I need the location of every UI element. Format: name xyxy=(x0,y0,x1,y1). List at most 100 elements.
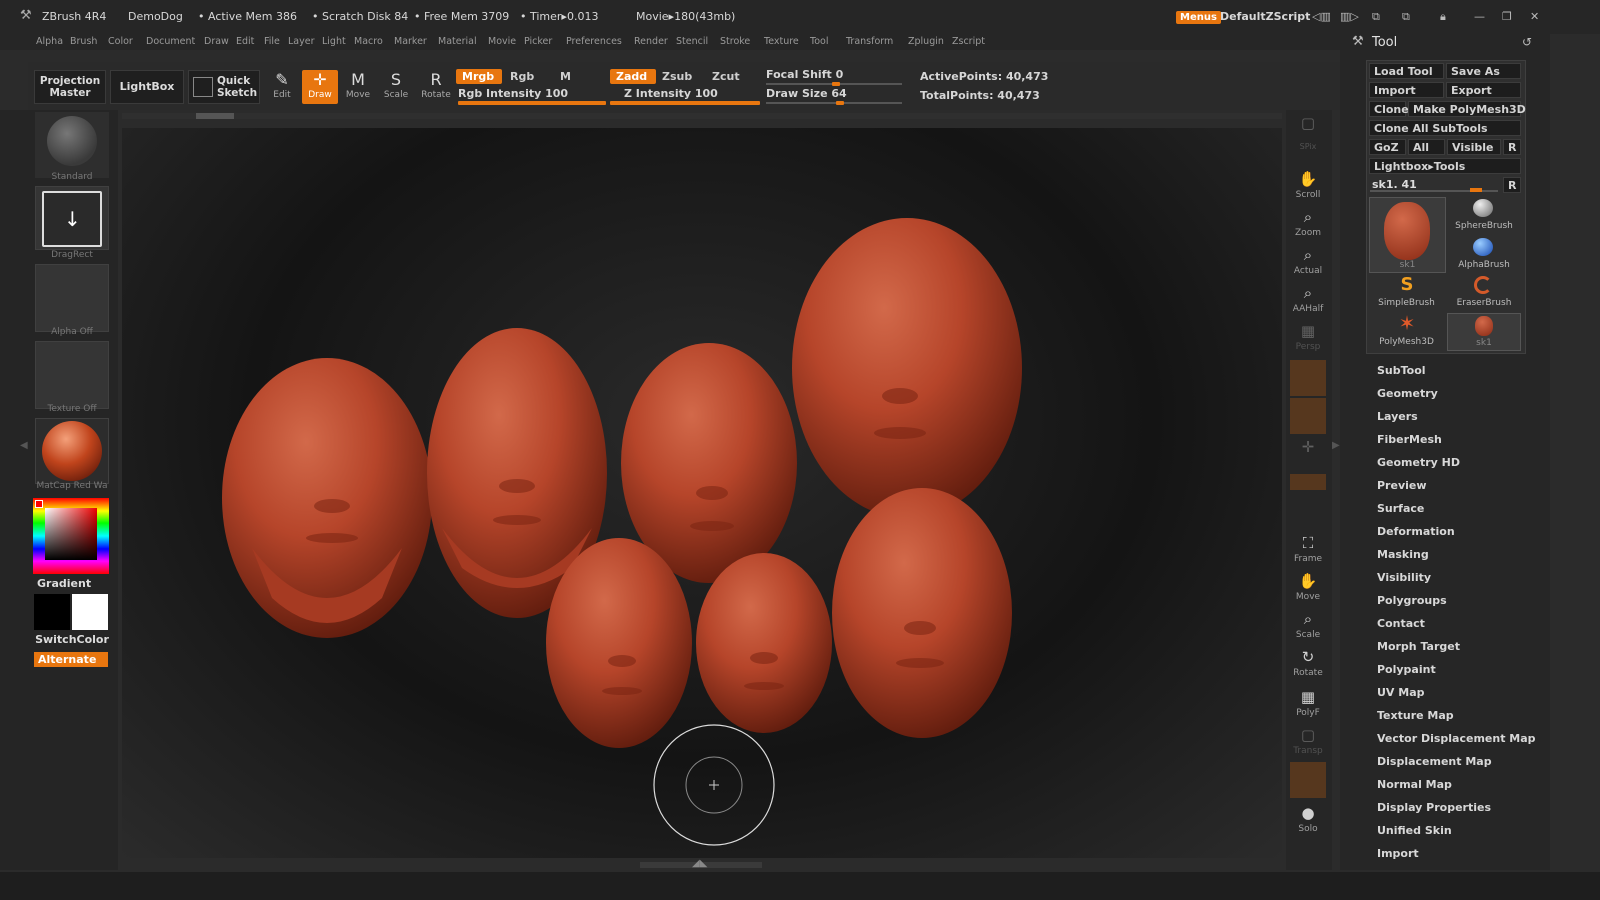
tool-thumb-spherebrush[interactable]: SphereBrush xyxy=(1447,197,1521,235)
bottom-tray-toggle-icon[interactable]: ◢◣ xyxy=(692,858,707,869)
menu-macro[interactable]: Macro xyxy=(354,36,383,47)
switchcolor-button[interactable]: SwitchColor xyxy=(35,633,109,646)
menu-render[interactable]: Render xyxy=(634,36,668,47)
menu-material[interactable]: Material xyxy=(438,36,477,47)
draw-size-slider-label[interactable]: Draw Size 64 xyxy=(766,87,847,100)
right-shelf-collapse-icon[interactable]: ▶ xyxy=(1332,440,1340,451)
menu-zscript[interactable]: Zscript xyxy=(952,36,985,47)
rotate-view-button[interactable]: ↻ Rotate xyxy=(1290,646,1326,682)
color-picker[interactable] xyxy=(33,498,109,574)
z-intensity-slider-label[interactable]: Z Intensity 100 xyxy=(624,87,718,100)
section-display-properties[interactable]: Display Properties xyxy=(1377,801,1491,814)
section-deformation[interactable]: Deformation xyxy=(1377,525,1455,538)
goz-visible-button[interactable]: Visible xyxy=(1447,139,1501,155)
section-vector-displacement-map[interactable]: Vector Displacement Map xyxy=(1377,732,1536,745)
spix-button[interactable]: SPix xyxy=(1290,142,1326,160)
goz-r-button[interactable]: R xyxy=(1503,139,1521,155)
clone-button[interactable]: Clone xyxy=(1369,101,1409,117)
lock-icon[interactable]: 🔒︎ xyxy=(1440,10,1446,24)
draw-button[interactable]: ✛ Draw xyxy=(302,70,338,104)
export-button[interactable]: Export xyxy=(1446,82,1521,98)
left-shelf-collapse-icon[interactable]: ◀ xyxy=(20,440,28,451)
document-canvas[interactable] xyxy=(122,128,1282,858)
section-uv-map[interactable]: UV Map xyxy=(1377,686,1425,699)
persp-button[interactable]: ▦ Persp xyxy=(1290,320,1326,356)
goz-all-button[interactable]: All xyxy=(1408,139,1445,155)
maximize-icon[interactable]: ❐ xyxy=(1502,10,1512,23)
rgb-toggle[interactable]: Rgb xyxy=(504,69,540,84)
tool-thumb-polymesh3d[interactable]: ✶ PolyMesh3D xyxy=(1369,311,1444,351)
secondary-color-swatch[interactable] xyxy=(72,594,108,630)
solo-button[interactable]: ● Solo xyxy=(1290,802,1326,838)
menu-preferences[interactable]: Preferences xyxy=(566,36,622,47)
tool-reset-icon[interactable]: ↺ xyxy=(1522,35,1532,49)
section-geometry[interactable]: Geometry xyxy=(1377,387,1438,400)
menu-zplugin[interactable]: Zplugin xyxy=(908,36,944,47)
alpha-off-button[interactable] xyxy=(35,264,109,332)
color-marker[interactable] xyxy=(35,500,43,508)
tool-thumb-sk1-small[interactable]: sk1 xyxy=(1447,313,1521,351)
focal-shift-slider-label[interactable]: Focal Shift 0 xyxy=(766,68,843,81)
make-polymesh3d-button[interactable]: Make PolyMesh3D xyxy=(1408,101,1526,117)
sym-button[interactable] xyxy=(1290,474,1326,490)
document-scroll-thumb[interactable] xyxy=(196,113,234,119)
m-toggle[interactable]: M xyxy=(554,69,577,84)
tool-thumb-sk1-large[interactable]: sk1 xyxy=(1369,197,1446,273)
tool-thumb-eraserbrush[interactable]: EraserBrush xyxy=(1447,274,1521,312)
texture-off-button[interactable] xyxy=(35,341,109,409)
section-polypaint[interactable]: Polypaint xyxy=(1377,663,1436,676)
goz-button[interactable]: GoZ xyxy=(1369,139,1406,155)
load-tool-button[interactable]: Load Tool xyxy=(1369,63,1444,79)
import-button[interactable]: Import xyxy=(1369,82,1444,98)
section-fibermesh[interactable]: FiberMesh xyxy=(1377,433,1442,446)
local-button[interactable] xyxy=(1290,398,1326,434)
xyz-button[interactable]: ✛ xyxy=(1290,436,1326,472)
frame-button[interactable]: ⛶ Frame xyxy=(1290,532,1326,568)
menu-light[interactable]: Light xyxy=(322,36,346,47)
section-polygroups[interactable]: Polygroups xyxy=(1377,594,1447,607)
move-view-button[interactable]: ✋ Move xyxy=(1290,570,1326,606)
zcut-toggle[interactable]: Zcut xyxy=(706,69,746,84)
menu-stencil[interactable]: Stencil xyxy=(676,36,708,47)
default-zscript-button[interactable]: DefaultZScript xyxy=(1220,10,1310,23)
menu-tool[interactable]: Tool xyxy=(810,36,828,47)
rgb-intensity-slider-label[interactable]: Rgb Intensity 100 xyxy=(458,87,568,100)
menu-picker[interactable]: Picker xyxy=(524,36,552,47)
ghost-button[interactable] xyxy=(1290,762,1326,798)
polyf-button[interactable]: ▦ PolyF xyxy=(1290,686,1326,722)
edit-button[interactable]: ✎ Edit xyxy=(264,70,300,104)
move-button[interactable]: M Move xyxy=(340,70,376,104)
aahalf-button[interactable]: ⌕ AAHalf xyxy=(1290,282,1326,318)
mrgb-toggle[interactable]: Mrgb xyxy=(456,69,502,84)
menu-file[interactable]: File xyxy=(264,36,280,47)
scroll-button[interactable]: ✋ Scroll xyxy=(1290,168,1326,204)
scale-view-button[interactable]: ⌕ Scale xyxy=(1290,608,1326,644)
menu-transform[interactable]: Transform xyxy=(846,36,893,47)
close-icon[interactable]: ✕ xyxy=(1530,10,1539,23)
tool-palette-title[interactable]: Tool xyxy=(1372,35,1397,50)
menu-draw[interactable]: Draw xyxy=(204,36,229,47)
section-masking[interactable]: Masking xyxy=(1377,548,1429,561)
floor-button[interactable] xyxy=(1290,360,1326,396)
section-preview[interactable]: Preview xyxy=(1377,479,1427,492)
section-contact[interactable]: Contact xyxy=(1377,617,1425,630)
section-layers[interactable]: Layers xyxy=(1377,410,1418,423)
menu-marker[interactable]: Marker xyxy=(394,36,427,47)
menu-color[interactable]: Color xyxy=(108,36,133,47)
alternate-button[interactable]: Alternate xyxy=(34,652,108,667)
main-color-swatch[interactable] xyxy=(34,594,70,630)
menu-brush[interactable]: Brush xyxy=(70,36,97,47)
brush-standard-button[interactable] xyxy=(35,112,109,178)
section-visibility[interactable]: Visibility xyxy=(1377,571,1431,584)
gradient-label[interactable]: Gradient xyxy=(37,577,91,590)
color-saturation-square[interactable] xyxy=(45,508,97,560)
tool-thumb-alphabrush[interactable]: AlphaBrush xyxy=(1447,236,1521,274)
layout-right-icon[interactable]: ▥▷ xyxy=(1340,10,1359,23)
rotate-button[interactable]: R Rotate xyxy=(418,70,454,104)
scale-button[interactable]: S Scale xyxy=(378,70,414,104)
dock-icon[interactable]: ⧉ xyxy=(1402,10,1410,24)
current-tool-slider-thumb[interactable] xyxy=(1470,188,1482,192)
clone-all-subtools-button[interactable]: Clone All SubTools xyxy=(1369,120,1521,136)
zsub-toggle[interactable]: Zsub xyxy=(656,69,698,84)
menu-edit[interactable]: Edit xyxy=(236,36,254,47)
